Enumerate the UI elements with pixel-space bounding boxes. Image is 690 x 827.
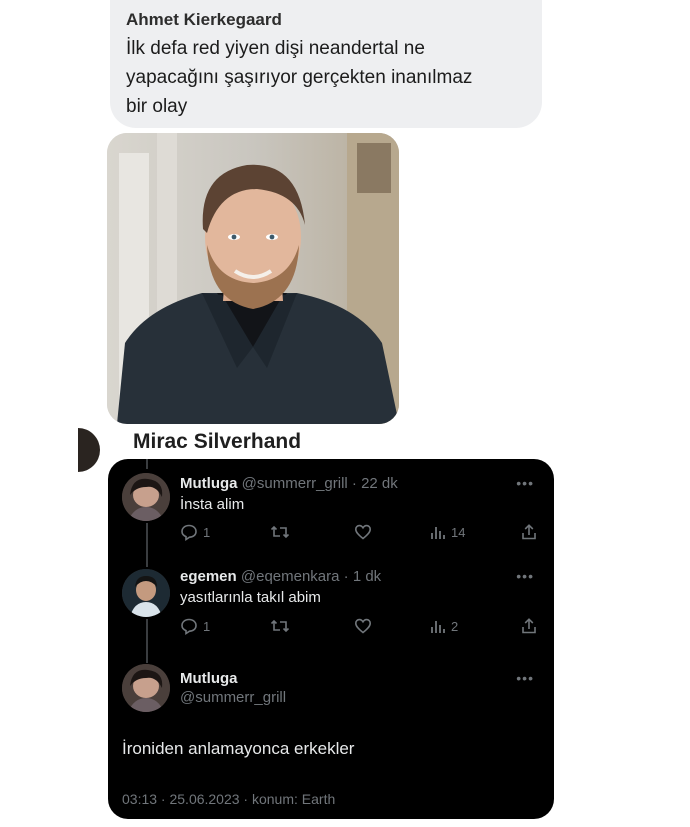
views-button[interactable]: 2 bbox=[430, 616, 458, 636]
views-icon bbox=[431, 527, 445, 539]
views-count: 2 bbox=[451, 618, 459, 634]
like-icon bbox=[354, 618, 372, 634]
views-icon bbox=[431, 621, 445, 633]
author-name[interactable]: Mutluga bbox=[180, 475, 238, 492]
message-text: İlk defa red yiyen dişi neandertal ne ya… bbox=[126, 34, 526, 121]
author-handle[interactable]: @summerr_grill bbox=[242, 475, 348, 492]
more-icon[interactable]: ••• bbox=[516, 670, 534, 686]
thread-line bbox=[146, 459, 148, 469]
tweet-time: · 22 dk bbox=[351, 475, 398, 492]
tweet-header: Mutluga @summerr_grill · 22 dk bbox=[180, 474, 398, 494]
message-line: İlk defa red yiyen dişi neandertal ne bbox=[126, 38, 425, 59]
more-icon[interactable]: ••• bbox=[516, 475, 534, 491]
sender-avatar bbox=[78, 428, 100, 472]
tweet-meta: 03:13 · 25.06.2023 · konum: Earth bbox=[122, 791, 336, 807]
tweet-time: · 1 dk bbox=[343, 568, 382, 585]
reply-icon bbox=[181, 618, 197, 635]
message-sender-name: Ahmet Kierkegaard bbox=[126, 10, 282, 29]
author-name[interactable]: Mutluga bbox=[180, 669, 238, 689]
message-bubble: Ahmet Kierkegaard İlk defa red yiyen diş… bbox=[110, 0, 542, 128]
portrait-image bbox=[107, 133, 399, 424]
share-button[interactable] bbox=[520, 616, 538, 636]
sender-name: Mirac Silverhand bbox=[133, 430, 302, 453]
reply-count: 1 bbox=[203, 524, 211, 540]
avatar[interactable] bbox=[122, 473, 170, 521]
reply-button[interactable]: 1 bbox=[180, 522, 210, 542]
views-count: 14 bbox=[451, 524, 466, 540]
reply-icon bbox=[181, 524, 197, 541]
reply-button[interactable]: 1 bbox=[180, 616, 210, 636]
thread-line bbox=[146, 619, 148, 663]
tweet-text: yasıtlarınla takıl abim bbox=[180, 589, 321, 606]
tweet-text: İroniden anlamayonca erkekler bbox=[122, 739, 355, 758]
like-button[interactable] bbox=[354, 522, 372, 542]
reply-count: 1 bbox=[203, 618, 211, 634]
tweet-header: egemen @eqemenkara · 1 dk bbox=[180, 567, 381, 587]
retweet-button[interactable] bbox=[270, 616, 290, 636]
author-handle[interactable]: @summerr_grill bbox=[180, 688, 286, 708]
tweet-screenshot[interactable]: Mutluga @summerr_grill · 22 dk ••• İnsta… bbox=[108, 459, 554, 819]
message-line: yapacağını şaşırıyor gerçekten inanılmaz bbox=[126, 67, 473, 88]
avatar[interactable] bbox=[122, 569, 170, 617]
avatar[interactable] bbox=[122, 664, 170, 712]
tweet-actions: 1 14 bbox=[180, 522, 540, 542]
photo-attachment[interactable] bbox=[107, 133, 399, 424]
more-icon[interactable]: ••• bbox=[516, 568, 534, 584]
share-icon bbox=[522, 524, 536, 540]
retweet-icon bbox=[270, 525, 290, 539]
author-name[interactable]: egemen bbox=[180, 568, 237, 585]
retweet-button[interactable] bbox=[270, 522, 290, 542]
views-button[interactable]: 14 bbox=[430, 522, 465, 542]
tweet-text: İnsta alim bbox=[180, 496, 245, 513]
share-button[interactable] bbox=[520, 522, 538, 542]
like-button[interactable] bbox=[354, 616, 372, 636]
share-icon bbox=[522, 618, 536, 634]
tweet-actions: 1 2 bbox=[180, 616, 540, 636]
author-handle[interactable]: @eqemenkara bbox=[241, 568, 340, 585]
message-line: bir olay bbox=[126, 96, 188, 117]
thread-line bbox=[146, 523, 148, 567]
retweet-icon bbox=[270, 619, 290, 633]
like-icon bbox=[354, 524, 372, 540]
